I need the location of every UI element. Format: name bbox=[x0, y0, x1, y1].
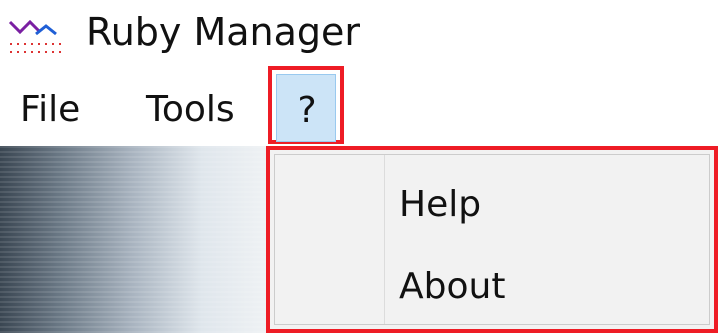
menu-bar: File Tools ? bbox=[0, 66, 718, 146]
help-dropdown-highlight-box: Help About bbox=[266, 146, 718, 333]
menu-question[interactable]: ? bbox=[276, 74, 336, 142]
menu-tools[interactable]: Tools bbox=[146, 84, 235, 136]
chart-line-icon bbox=[8, 16, 68, 54]
app-window: Ruby Manager File Tools ? Help About bbox=[0, 0, 718, 333]
menu-question-label: ? bbox=[297, 90, 317, 131]
menu-item-help-label: Help bbox=[399, 184, 482, 225]
main-content: Help About bbox=[0, 146, 718, 333]
title-bar: Ruby Manager bbox=[0, 0, 718, 66]
menu-help-highlight-box: ? bbox=[268, 66, 344, 144]
menu-file[interactable]: File bbox=[20, 84, 80, 136]
background-panel bbox=[0, 146, 280, 333]
window-title: Ruby Manager bbox=[86, 10, 361, 54]
menu-item-help[interactable]: Help bbox=[275, 173, 709, 239]
help-dropdown-menu: Help About bbox=[274, 154, 710, 325]
menu-item-about[interactable]: About bbox=[275, 255, 709, 321]
menu-item-about-label: About bbox=[399, 266, 506, 307]
